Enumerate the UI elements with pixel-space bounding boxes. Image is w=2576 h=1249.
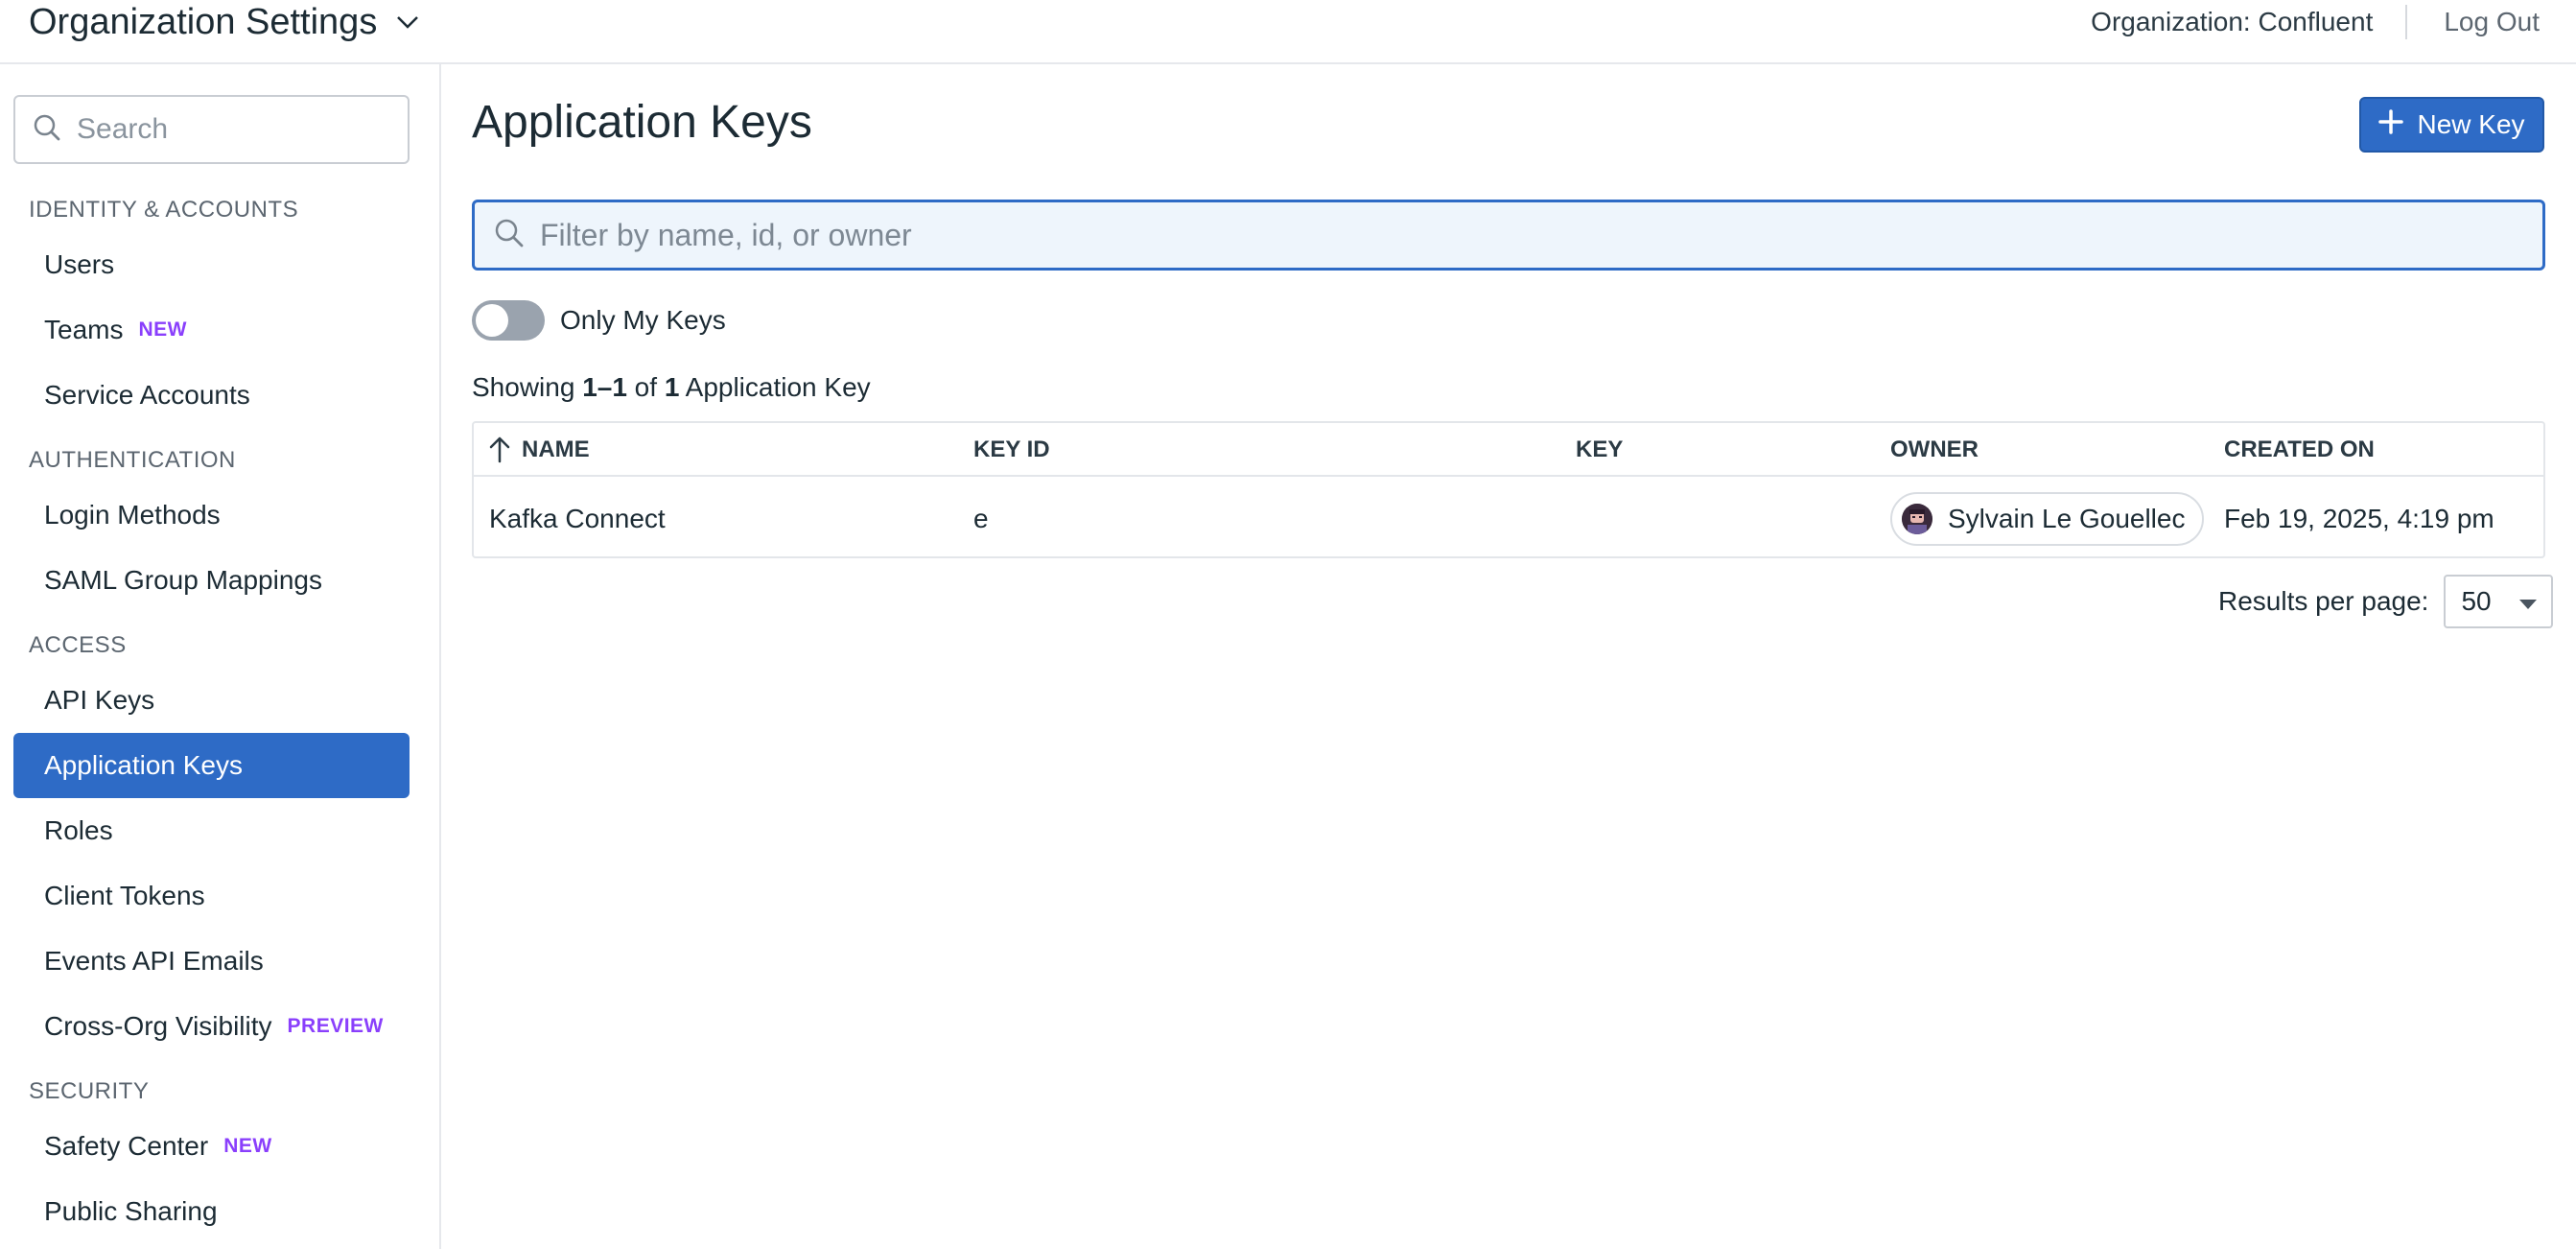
- section-authentication: AUTHENTICATION: [29, 447, 236, 473]
- sidebar-item-application-keys[interactable]: Application Keys: [13, 733, 410, 798]
- only-my-keys-row: Only My Keys: [472, 298, 726, 342]
- section-access: ACCESS: [29, 632, 127, 658]
- sidebar: IDENTITY & ACCOUNTS Users Teams NEW Serv…: [0, 64, 441, 1249]
- sidebar-item-service-accounts[interactable]: Service Accounts: [13, 363, 410, 428]
- org-settings-menu[interactable]: Organization Settings: [29, 0, 419, 44]
- sidebar-item-users[interactable]: Users: [13, 232, 410, 297]
- avatar: [1902, 503, 1932, 534]
- summary-suffix: Application Key: [679, 372, 871, 402]
- caret-down-icon: [2518, 586, 2538, 617]
- new-key-label: New Key: [2417, 109, 2525, 139]
- column-header-label: CREATED ON: [2224, 436, 2375, 462]
- cell-owner: Sylvain Le Gouellec: [1890, 479, 2205, 558]
- section-security: SECURITY: [29, 1078, 150, 1104]
- cell-key-id: e: [973, 503, 989, 533]
- sidebar-item-label: SAML Group Mappings: [44, 565, 322, 595]
- new-key-button[interactable]: New Key: [2359, 97, 2544, 153]
- summary-prefix: Showing: [472, 372, 583, 402]
- sidebar-item-label: Public Sharing: [44, 1196, 218, 1226]
- cell-created-on: Feb 19, 2025, 4:19 pm: [2224, 503, 2494, 533]
- sidebar-item-label: Events API Emails: [44, 946, 264, 976]
- sidebar-item-label: Cross-Org Visibility: [44, 1011, 272, 1041]
- sidebar-item-label: Users: [44, 249, 115, 279]
- column-header-label: NAME: [522, 436, 590, 462]
- owner-name: Sylvain Le Gouellec: [1948, 503, 2186, 533]
- column-header-key[interactable]: KEY: [1576, 423, 1623, 477]
- sort-ascending-icon[interactable]: [489, 436, 510, 463]
- page-title: Application Keys: [472, 97, 812, 148]
- column-header-owner[interactable]: OWNER: [1890, 423, 1979, 477]
- org-label: Organization: Confluent: [2091, 7, 2374, 36]
- preview-badge: PREVIEW: [287, 1015, 384, 1037]
- only-my-keys-toggle[interactable]: [472, 300, 545, 341]
- summary-range: 1–1: [582, 372, 627, 402]
- sidebar-item-label: Roles: [44, 815, 113, 845]
- sidebar-item-api-keys[interactable]: API Keys: [13, 668, 410, 733]
- column-header-key-id[interactable]: KEY ID: [973, 423, 1050, 477]
- only-my-keys-label: Only My Keys: [560, 305, 726, 335]
- sidebar-item-teams[interactable]: Teams NEW: [13, 297, 410, 363]
- sidebar-item-label: Login Methods: [44, 500, 221, 530]
- results-per-page-label: Results per page:: [2218, 586, 2429, 616]
- new-badge: NEW: [223, 1135, 272, 1157]
- plus-icon: [2378, 108, 2404, 141]
- summary-of: of: [626, 372, 665, 402]
- sidebar-item-label: API Keys: [44, 685, 155, 715]
- table-header: NAME KEY ID KEY OWNER CREATED ON: [474, 423, 2543, 477]
- search-icon: [33, 113, 61, 147]
- sidebar-item-safety-center[interactable]: Safety Center NEW: [13, 1114, 410, 1179]
- sidebar-item-label: Teams: [44, 315, 124, 344]
- sidebar-item-public-sharing[interactable]: Public Sharing: [13, 1179, 410, 1244]
- column-header-label: KEY ID: [973, 436, 1050, 462]
- sidebar-item-label: Safety Center: [44, 1131, 209, 1161]
- search-icon: [494, 218, 525, 253]
- sidebar-item-roles[interactable]: Roles: [13, 798, 410, 863]
- sidebar-search-input[interactable]: [77, 113, 384, 146]
- sidebar-item-label: Client Tokens: [44, 881, 205, 910]
- sidebar-item-saml-group-mappings[interactable]: SAML Group Mappings: [13, 548, 410, 613]
- filter-box[interactable]: [472, 200, 2545, 271]
- column-header-name[interactable]: NAME: [489, 423, 590, 477]
- logout-link[interactable]: Log Out: [2407, 7, 2576, 37]
- new-badge: NEW: [138, 318, 187, 341]
- results-summary: Showing 1–1 of 1 Application Key: [472, 372, 871, 403]
- chevron-down-icon[interactable]: [396, 14, 419, 30]
- sidebar-item-events-api-emails[interactable]: Events API Emails: [13, 929, 410, 994]
- application-keys-table: NAME KEY ID KEY OWNER CREATED ON Kafka C…: [472, 421, 2545, 558]
- summary-total: 1: [664, 372, 680, 402]
- owner-chip[interactable]: Sylvain Le Gouellec: [1890, 491, 2205, 546]
- top-bar: Organization Settings Organization: Conf…: [0, 0, 2576, 64]
- table-row[interactable]: Kafka Connect e Sylvain Le Gouellec Feb …: [474, 479, 2543, 558]
- sidebar-item-label: Service Accounts: [44, 380, 250, 410]
- sidebar-item-login-methods[interactable]: Login Methods: [13, 483, 410, 548]
- column-header-label: KEY: [1576, 436, 1624, 462]
- toggle-knob: [476, 304, 508, 337]
- pagination: Results per page: 50: [2218, 574, 2554, 629]
- cell-name: Kafka Connect: [489, 503, 666, 533]
- sidebar-item-cross-org-visibility[interactable]: Cross-Org Visibility PREVIEW: [13, 994, 410, 1059]
- sidebar-item-label: Application Keys: [44, 750, 244, 780]
- top-right-area: Organization: Confluent Log Out: [2091, 0, 2576, 44]
- sidebar-search[interactable]: [13, 95, 410, 164]
- sidebar-item-client-tokens[interactable]: Client Tokens: [13, 863, 410, 929]
- column-header-created-on[interactable]: CREATED ON: [2224, 423, 2375, 477]
- results-per-page-select[interactable]: 50: [2444, 575, 2554, 628]
- section-identity: IDENTITY & ACCOUNTS: [29, 197, 299, 223]
- filter-input[interactable]: [540, 217, 2458, 253]
- app-title: Organization Settings: [29, 1, 378, 42]
- results-per-page-value: 50: [2461, 586, 2492, 616]
- column-header-label: OWNER: [1890, 436, 1979, 462]
